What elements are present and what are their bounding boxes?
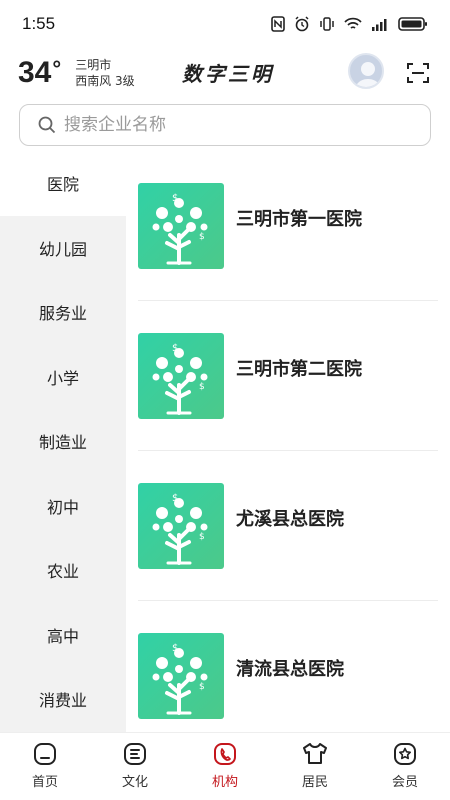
nav-label: 机构 (211, 775, 238, 790)
list-item[interactable]: $ $ 三明市第二医院 (126, 301, 450, 451)
money-tree-icon: $ $ (152, 643, 208, 715)
category-item-manufacturing[interactable]: 制造业 (0, 409, 126, 474)
list-item[interactable]: $ $ 尤溪县总医院 (126, 451, 450, 601)
category-label: 高中 (46, 626, 79, 646)
search-icon (38, 116, 56, 134)
category-item-service[interactable]: 服务业 (0, 280, 126, 345)
category-item-high-school[interactable]: 高中 (0, 603, 126, 668)
search-input[interactable] (64, 115, 384, 135)
institution-icon (214, 743, 236, 765)
header: 34° 三明市 西南风 3级 数字三明 (0, 48, 450, 98)
status-time: 1:55 (22, 14, 56, 33)
signal-icon (372, 19, 387, 31)
status-icons (271, 16, 428, 32)
wifi-icon (344, 17, 362, 29)
list-item[interactable]: $ $ 清流县总医院 (126, 601, 450, 751)
money-tree-icon: $ $ (152, 493, 208, 565)
battery-icon (398, 17, 427, 31)
institution-name: 三明市第二医院 (236, 359, 362, 380)
category-item-kindergarten[interactable]: 幼儿园 (0, 216, 126, 281)
category-item-consumer[interactable]: 消费业 (0, 667, 126, 732)
institution-name: 尤溪县总医院 (236, 509, 344, 530)
svg-text:$: $ (199, 382, 205, 392)
category-label: 小学 (46, 368, 79, 388)
institution-thumbnail: $ $ (138, 483, 224, 569)
category-label: 制造业 (38, 433, 87, 453)
category-item-hospital[interactable]: 医院 (0, 151, 126, 216)
main-content: 医院 幼儿园 服务业 小学 制造业 初中 农业 高中 消费业 $ $ 三明市第一… (0, 151, 450, 751)
category-item-agriculture[interactable]: 农业 (0, 538, 126, 603)
category-label: 初中 (46, 497, 79, 517)
svg-text:$: $ (172, 193, 178, 204)
institution-thumbnail: $ $ (138, 333, 224, 419)
resident-icon (303, 743, 327, 764)
category-label: 服务业 (38, 304, 87, 324)
home-icon (34, 743, 56, 765)
wind-label: 西南风 3级 (75, 74, 135, 88)
svg-text:$: $ (172, 643, 178, 654)
status-bar: 1:55 (0, 0, 450, 48)
institution-thumbnail: $ $ (138, 183, 224, 269)
member-icon (394, 743, 416, 765)
alarm-icon (295, 16, 309, 32)
category-item-primary-school[interactable]: 小学 (0, 345, 126, 410)
money-tree-icon: $ $ (152, 193, 208, 265)
nav-label: 居民 (301, 775, 328, 790)
nav-label: 首页 (31, 775, 58, 790)
institution-name: 三明市第一医院 (236, 209, 362, 230)
category-label: 医院 (46, 175, 79, 195)
category-sidebar: 医院 幼儿园 服务业 小学 制造业 初中 农业 高中 消费业 (0, 151, 126, 732)
svg-text:$: $ (199, 682, 205, 692)
svg-text:$: $ (199, 232, 205, 242)
avatar-person-icon (355, 62, 381, 87)
nav-item-home[interactable]: 首页 (0, 733, 90, 800)
category-label: 农业 (46, 562, 79, 582)
nav-item-institution[interactable]: 机构 (180, 733, 270, 800)
institution-name: 清流县总医院 (236, 659, 344, 680)
search-bar[interactable] (19, 104, 431, 146)
list-item[interactable]: $ $ 三明市第一医院 (126, 151, 450, 301)
category-label: 幼儿园 (38, 239, 87, 259)
svg-text:$: $ (172, 343, 178, 354)
bottom-nav: 首页 文化 机构 居民 会员 (0, 732, 450, 800)
temperature: 34° (18, 56, 62, 89)
nfc-icon (271, 16, 285, 32)
institution-thumbnail: $ $ (138, 633, 224, 719)
culture-icon (124, 743, 146, 765)
nav-item-resident[interactable]: 居民 (270, 733, 360, 800)
category-label: 消费业 (38, 691, 87, 711)
svg-text:$: $ (172, 493, 178, 504)
money-tree-icon: $ $ (152, 343, 208, 415)
nav-label: 文化 (121, 775, 148, 790)
category-item-junior-high[interactable]: 初中 (0, 474, 126, 539)
scan-icon[interactable] (406, 61, 430, 85)
weather-info: 三明市 西南风 3级 (75, 57, 134, 89)
nav-item-culture[interactable]: 文化 (90, 733, 180, 800)
avatar[interactable] (348, 53, 384, 89)
brand-logo-text: 数字三明 (182, 62, 274, 86)
svg-text:$: $ (199, 532, 205, 542)
institution-list: $ $ 三明市第一医院 $ $ 三明市第二医院 $ $ 尤溪县总医院 $ $ 清… (126, 151, 450, 751)
vibrate-icon (320, 17, 334, 31)
nav-item-member[interactable]: 会员 (360, 733, 450, 800)
nav-label: 会员 (391, 775, 418, 790)
city-label: 三明市 (75, 58, 112, 72)
